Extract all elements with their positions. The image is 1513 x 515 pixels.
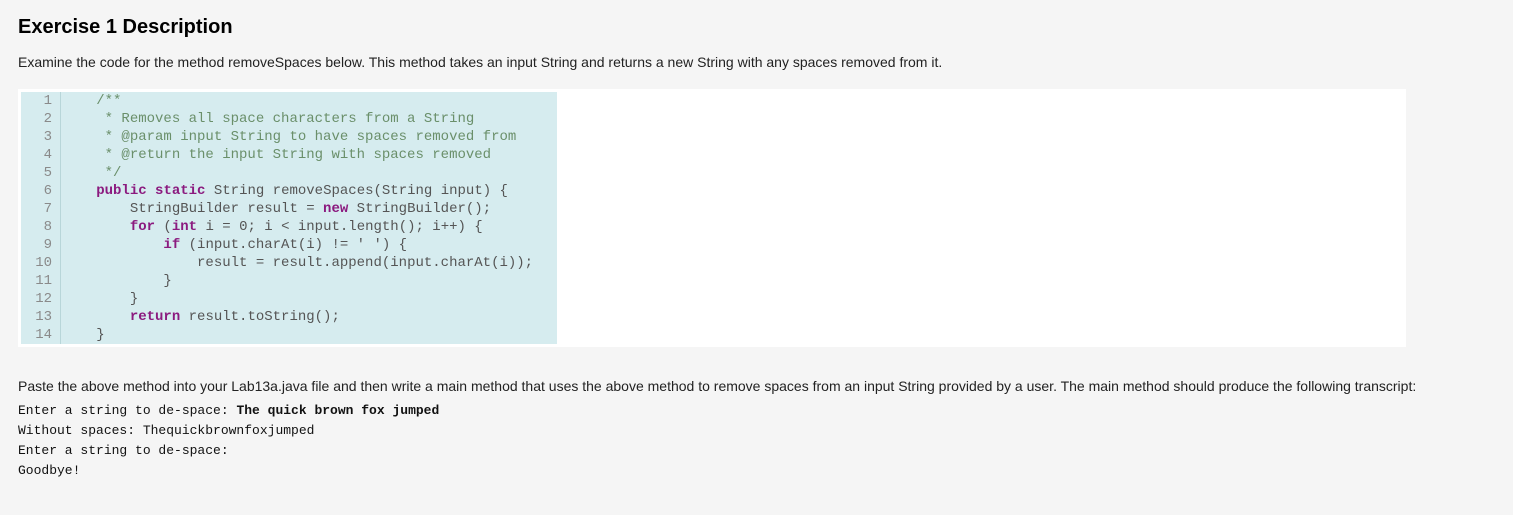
page-title: Exercise 1 Description <box>18 16 1495 39</box>
line-number: 3 <box>21 128 61 146</box>
instructions-paragraph: Paste the above method into your Lab13a.… <box>18 377 1495 395</box>
code-line: 13 return result.toString(); <box>21 308 557 326</box>
code-line: 11 } <box>21 272 557 290</box>
line-number: 5 <box>21 164 61 182</box>
transcript-line: Without spaces: Thequickbrownfoxjumped <box>18 421 1495 441</box>
transcript-block: Enter a string to de-space: The quick br… <box>18 401 1495 481</box>
exercise-page: Exercise 1 Description Examine the code … <box>0 0 1513 511</box>
line-number: 2 <box>21 110 61 128</box>
code-cell: public static String removeSpaces(String… <box>61 182 532 200</box>
code-line: 4 * @return the input String with spaces… <box>21 146 557 164</box>
intro-paragraph: Examine the code for the method removeSp… <box>18 53 1495 71</box>
code-cell: } <box>61 290 162 308</box>
code-cell: * @param input String to have spaces rem… <box>61 128 540 146</box>
code-line: 10 result = result.append(input.charAt(i… <box>21 254 557 272</box>
code-line: 12 } <box>21 290 557 308</box>
code-block: 1 /**2 * Removes all space characters fr… <box>21 92 557 344</box>
line-number: 12 <box>21 290 61 308</box>
code-line: 6 public static String removeSpaces(Stri… <box>21 182 557 200</box>
line-number: 6 <box>21 182 61 200</box>
code-cell: if (input.charAt(i) != ' ') { <box>61 236 431 254</box>
code-cell: return result.toString(); <box>61 308 364 326</box>
code-line: 2 * Removes all space characters from a … <box>21 110 557 128</box>
line-number: 4 <box>21 146 61 164</box>
code-line: 14 } <box>21 326 557 344</box>
code-line: 1 /** <box>21 92 557 110</box>
code-line: 3 * @param input String to have spaces r… <box>21 128 557 146</box>
transcript-line: Enter a string to de-space: <box>18 441 1495 461</box>
line-number: 8 <box>21 218 61 236</box>
code-line: 8 for (int i = 0; i < input.length(); i+… <box>21 218 557 236</box>
line-number: 13 <box>21 308 61 326</box>
line-number: 9 <box>21 236 61 254</box>
code-cell: for (int i = 0; i < input.length(); i++)… <box>61 218 507 236</box>
code-line: 7 StringBuilder result = new StringBuild… <box>21 200 557 218</box>
line-number: 14 <box>21 326 61 344</box>
code-container: 1 /**2 * Removes all space characters fr… <box>18 89 1406 347</box>
line-number: 7 <box>21 200 61 218</box>
transcript-line: Goodbye! <box>18 461 1495 481</box>
code-cell: */ <box>61 164 145 182</box>
code-cell: result = result.append(input.charAt(i)); <box>61 254 557 272</box>
transcript-line: Enter a string to de-space: The quick br… <box>18 401 1495 421</box>
code-cell: * Removes all space characters from a St… <box>61 110 498 128</box>
code-line: 5 */ <box>21 164 557 182</box>
line-number: 11 <box>21 272 61 290</box>
line-number: 1 <box>21 92 61 110</box>
code-cell: /** <box>61 92 145 110</box>
code-cell: * @return the input String with spaces r… <box>61 146 515 164</box>
code-line: 9 if (input.charAt(i) != ' ') { <box>21 236 557 254</box>
code-cell: StringBuilder result = new StringBuilder… <box>61 200 515 218</box>
code-cell: } <box>61 272 196 290</box>
line-number: 10 <box>21 254 61 272</box>
code-cell: } <box>61 326 129 344</box>
